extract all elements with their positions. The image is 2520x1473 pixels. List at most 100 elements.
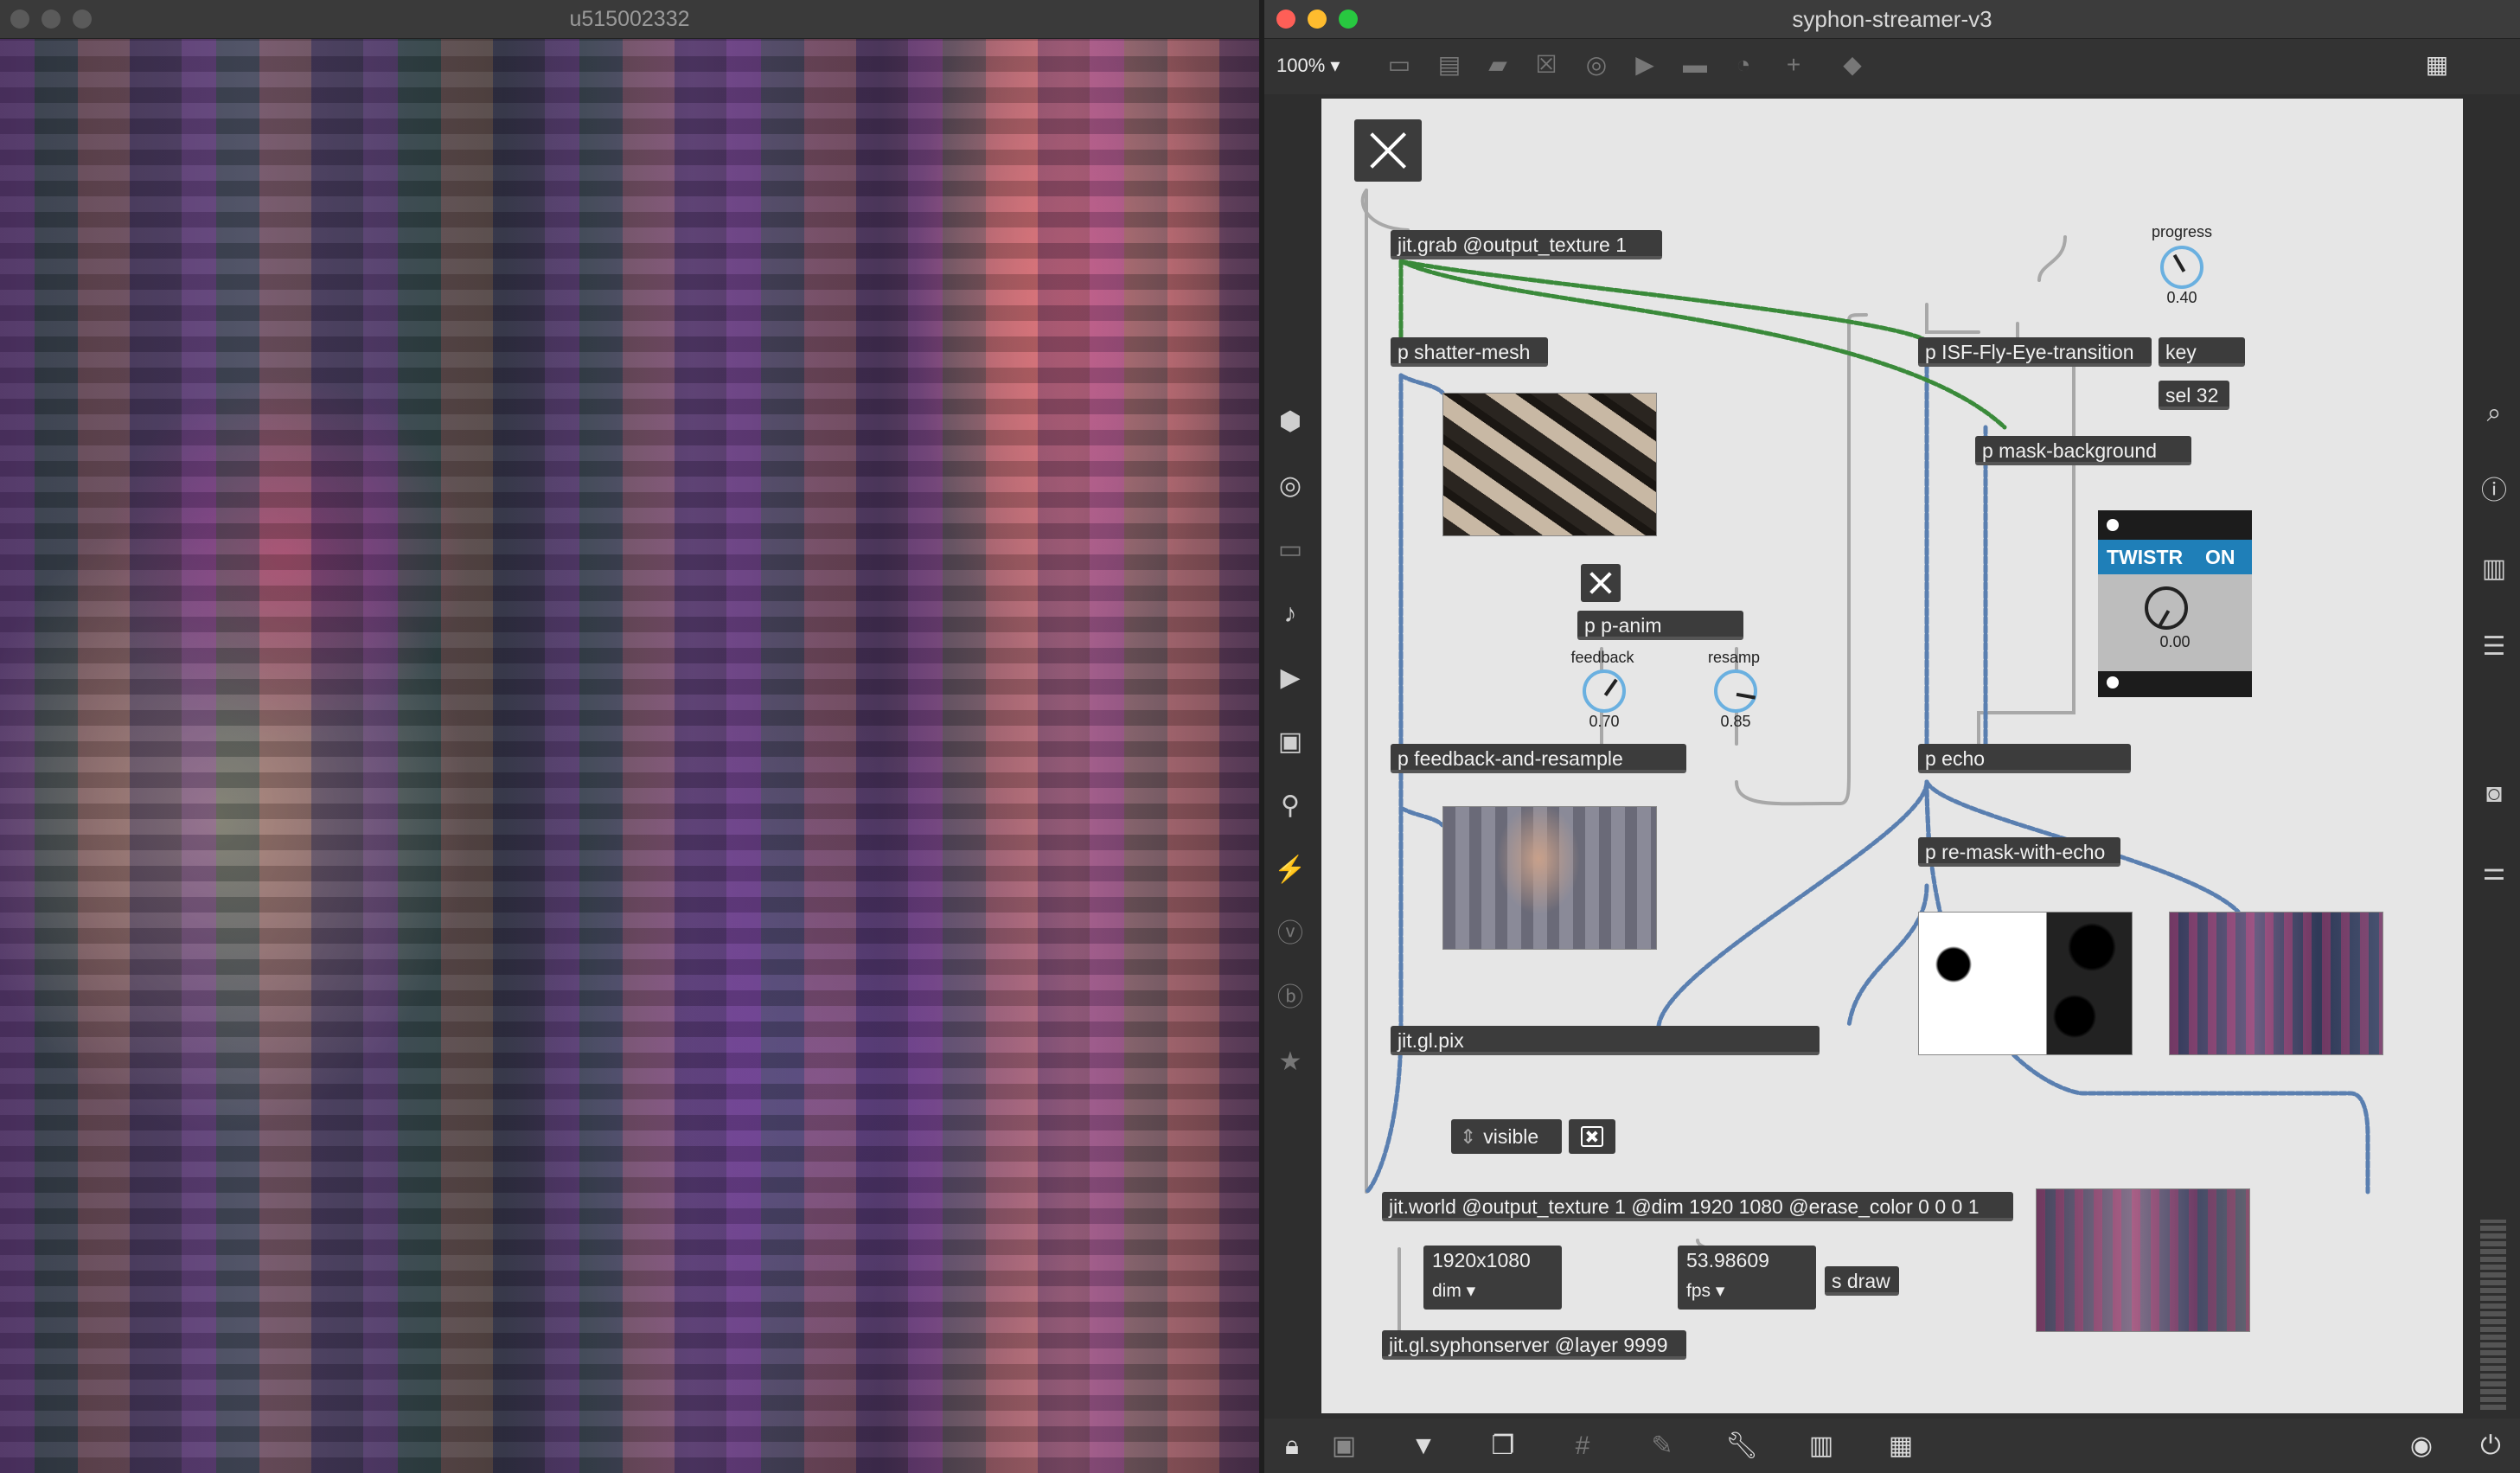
camera-icon[interactable]: ◙ xyxy=(2475,775,2513,813)
image-icon[interactable]: ▣ xyxy=(1271,723,1309,761)
video-frame xyxy=(0,38,1259,1473)
grid-snap-icon[interactable]: # xyxy=(1565,1429,1600,1463)
toolbar: 100% ▾ ▭ ▤ ▰ ☒ ◎ ▶ ▬ ◔ + ◆ ▦ xyxy=(1264,39,2520,94)
twistr-dial[interactable] xyxy=(2145,586,2188,630)
paperclip-icon[interactable]: ⚲ xyxy=(1271,787,1309,825)
twistr-name: TWISTR xyxy=(2107,546,2184,568)
key-object[interactable]: key xyxy=(2159,337,2245,367)
patcher-window: syphon-streamer-v3 100% ▾ ▭ ▤ ▰ ☒ ◎ ▶ ▬ … xyxy=(1264,0,2520,1473)
feedback-label: feedback xyxy=(1570,649,1634,666)
toggle-icon[interactable]: ☒ xyxy=(1529,48,1564,82)
resamp-value: 0.85 xyxy=(1720,713,1751,730)
cube-icon[interactable]: ⬢ xyxy=(1271,403,1309,441)
twistr-body: 0.00 xyxy=(2098,574,2252,671)
dim-label: dim ▾ xyxy=(1432,1281,1476,1301)
play-icon[interactable]: ▶ xyxy=(1628,48,1662,82)
paint-icon[interactable]: ◆ xyxy=(1835,48,1870,82)
progress-label: progress xyxy=(2151,223,2213,240)
columns-icon[interactable]: ▥ xyxy=(2475,550,2513,588)
resamp-dial[interactable] xyxy=(1714,669,1757,713)
feedback-dial[interactable] xyxy=(1583,669,1626,713)
remask-preview xyxy=(2169,912,2383,1055)
twistr-inlet xyxy=(2107,519,2119,531)
windows-icon[interactable]: ❐ xyxy=(1486,1429,1520,1463)
music-note-icon[interactable]: ♪ xyxy=(1271,595,1309,633)
feedback-value: 0.70 xyxy=(1589,713,1620,730)
visible-menu[interactable]: ⇕ visible xyxy=(1451,1119,1562,1154)
jit-gl-pix-object[interactable]: jit.gl.pix xyxy=(1391,1026,1820,1055)
video-titlebar[interactable]: u515002332 xyxy=(0,0,1259,39)
target-icon[interactable]: ◎ xyxy=(1271,467,1309,505)
b-icon[interactable]: ⓑ xyxy=(1271,979,1309,1017)
world-preview xyxy=(2036,1188,2250,1332)
feedback-and-resample-object[interactable]: p feedback-and-resample xyxy=(1391,744,1686,773)
left-sidebar: ⬢ ◎ ▭ ♪ ▶ ▣ ⚲ ⚡ ⓥ ⓑ ★ xyxy=(1264,95,1316,1419)
search-icon[interactable]: ⌕ xyxy=(2475,394,2513,432)
twistr-outlet xyxy=(2107,676,2119,688)
piano-icon[interactable]: ▥ xyxy=(1804,1429,1839,1463)
fps-label: fps ▾ xyxy=(1686,1281,1725,1301)
p-anim-toggle[interactable] xyxy=(1581,564,1621,602)
feedback-preview xyxy=(1442,806,1657,950)
re-mask-with-echo-object[interactable]: p re-mask-with-echo xyxy=(1918,837,2120,867)
slider-icon[interactable]: ▬ xyxy=(1678,48,1712,82)
main-toggle[interactable] xyxy=(1354,119,1422,182)
dial-icon[interactable]: ◔ xyxy=(1726,48,1761,82)
send-draw-object[interactable]: s draw xyxy=(1825,1266,1899,1296)
p-anim-object[interactable]: p p-anim xyxy=(1577,611,1743,640)
bottom-toolbar: 🔒︎ ▣ ▼ ❐ # ✎ 🔧︎ ▥ ▦ ◉ ⏻ xyxy=(1264,1419,2520,1473)
grid-icon[interactable]: ▦ xyxy=(2420,48,2454,82)
star-icon[interactable]: ★ xyxy=(1271,1043,1309,1081)
shatter-mesh-preview xyxy=(1442,393,1657,536)
add-icon[interactable]: + xyxy=(1776,48,1811,82)
visible-toggle[interactable] xyxy=(1581,1126,1603,1147)
button-icon[interactable]: ◎ xyxy=(1579,48,1614,82)
info-icon[interactable]: ⓘ xyxy=(2475,472,2513,510)
wrench-icon[interactable]: 🔧︎ xyxy=(1724,1429,1759,1463)
dim-value: 1920x1080 xyxy=(1432,1249,1531,1271)
sel-32-object[interactable]: sel 32 xyxy=(2159,381,2229,410)
comment-bubble-icon[interactable]: ▼ xyxy=(1406,1429,1441,1463)
fps-menu[interactable]: 53.98609 fps ▾ xyxy=(1678,1246,1816,1310)
window-title: u515002332 xyxy=(569,7,690,31)
v-icon[interactable]: ⓥ xyxy=(1271,915,1309,953)
patcher-titlebar[interactable]: syphon-streamer-v3 xyxy=(1264,0,2520,39)
lock-icon[interactable]: 🔒︎ xyxy=(1275,1429,1309,1463)
message-icon[interactable]: ▰ xyxy=(1481,48,1515,82)
dim-menu[interactable]: 1920x1080 dim ▾ xyxy=(1423,1246,1562,1310)
keyboard-icon[interactable]: ▦ xyxy=(1884,1429,1918,1463)
twistr-plugin[interactable]: TWISTR ON 0.00 xyxy=(2098,510,2252,697)
jit-grab-object[interactable]: jit.grab @output_texture 1 xyxy=(1391,230,1662,259)
shatter-mesh-object[interactable]: p shatter-mesh xyxy=(1391,337,1548,367)
echo-object[interactable]: p echo xyxy=(1918,744,2131,773)
comment-icon[interactable]: ▤ xyxy=(1432,48,1467,82)
jit-world-object[interactable]: jit.world @output_texture 1 @dim 1920 10… xyxy=(1382,1192,2013,1221)
right-sidebar: ⌕ ⓘ ▥ ☰ ◙ ⚌ xyxy=(2468,95,2520,1419)
presentation-mode-icon[interactable]: ▣ xyxy=(1327,1429,1361,1463)
resamp-label: resamp xyxy=(1707,649,1761,666)
twistr-value: 0.00 xyxy=(2159,633,2191,650)
plug-icon[interactable]: ⚡ xyxy=(1271,851,1309,889)
power-icon[interactable]: ⏻ xyxy=(2473,1429,2508,1463)
fps-value: 53.98609 xyxy=(1686,1249,1769,1271)
syphonserver-object[interactable]: jit.gl.syphonserver @layer 9999 xyxy=(1382,1330,1686,1360)
visible-label: visible xyxy=(1483,1125,1539,1148)
twistr-header: TWISTR ON xyxy=(2098,540,2252,574)
zoom-menu[interactable]: 100% ▾ xyxy=(1276,54,1340,77)
patcher-canvas[interactable]: jit.grab @output_texture 1 p shatter-mes… xyxy=(1321,99,2463,1413)
progress-dial[interactable] xyxy=(2160,246,2203,289)
progress-value: 0.40 xyxy=(2166,289,2197,306)
panel-icon[interactable]: ▭ xyxy=(1271,531,1309,569)
audio-play-icon[interactable]: ◉ xyxy=(2404,1429,2439,1463)
mixer-icon[interactable]: ⚌ xyxy=(2475,853,2513,891)
presentation-icon[interactable]: ▭ xyxy=(1382,48,1417,82)
list-icon[interactable]: ☰ xyxy=(2475,628,2513,666)
level-meter xyxy=(2480,1220,2506,1410)
isf-fly-eye-object[interactable]: p ISF-Fly-Eye-transition xyxy=(1918,337,2152,367)
twistr-state[interactable]: ON xyxy=(2205,546,2235,569)
media-icon[interactable]: ▶ xyxy=(1271,659,1309,697)
window-title: syphon-streamer-v3 xyxy=(1792,6,1992,32)
visible-toggle-box[interactable] xyxy=(1569,1119,1615,1154)
autocomplete-icon[interactable]: ✎ xyxy=(1645,1429,1679,1463)
mask-background-object[interactable]: p mask-background xyxy=(1975,436,2191,465)
